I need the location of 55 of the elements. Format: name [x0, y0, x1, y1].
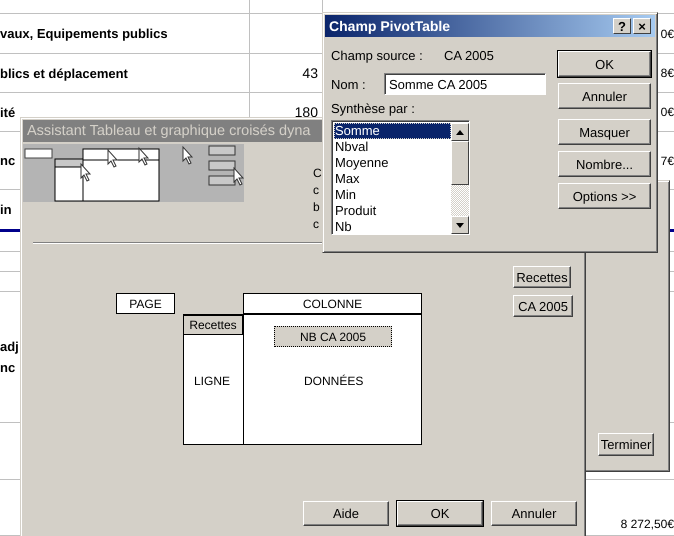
instruction-text: c — [313, 182, 319, 199]
window-title: Assistant Tableau et graphique croisés dyna — [27, 123, 310, 139]
list-item[interactable]: Produit — [334, 203, 451, 219]
dialog-button[interactable]: Aide — [303, 501, 389, 526]
function-list[interactable]: Somme Nbval Moyenne Max Min Produit Nb — [331, 120, 470, 235]
cell-text: ité — [0, 104, 16, 122]
instruction-text: C — [313, 165, 322, 182]
dialog-button[interactable]: Annuler — [491, 501, 577, 526]
window-title: Champ PivotTable — [329, 18, 450, 34]
page-zone[interactable]: PAGE — [116, 293, 175, 314]
scrollbar[interactable] — [451, 123, 469, 234]
cell-text: nc — [0, 152, 16, 170]
row-zone-label: LIGNE — [194, 374, 230, 388]
dialog-button[interactable]: Nombre... — [558, 151, 651, 177]
list-item[interactable]: Max — [334, 171, 451, 187]
data-field[interactable]: NB CA 2005 — [274, 326, 392, 347]
row-field[interactable]: Recettes — [183, 315, 243, 335]
instruction-text: c — [313, 216, 319, 233]
field-button[interactable]: Recettes — [513, 266, 571, 288]
cell-amount: 0€ — [660, 26, 674, 40]
source-value: CA 2005 — [444, 48, 494, 62]
up-arrow-icon[interactable] — [456, 130, 464, 134]
column-zone[interactable]: COLONNE — [243, 293, 422, 314]
dialog-button[interactable]: OK — [558, 51, 651, 77]
dialog-button[interactable]: OK — [397, 501, 483, 526]
list-item[interactable]: Moyenne — [334, 155, 451, 171]
cell-text: vaux, Equipements publics — [0, 25, 168, 43]
data-zone[interactable] — [243, 314, 422, 445]
dialog-button[interactable]: Masquer — [558, 119, 651, 145]
cell-amount: 8 272,50€ — [620, 517, 674, 531]
close-button[interactable]: × — [633, 18, 651, 34]
help-button[interactable]: ? — [613, 18, 631, 34]
field-button[interactable]: CA 2005 — [513, 295, 573, 317]
cell-text: adj nc — [0, 338, 19, 377]
data-zone-label: DONNÉES — [304, 374, 364, 388]
dialog-button[interactable]: Terminer — [598, 433, 654, 456]
list-item[interactable]: Nbval — [334, 139, 451, 155]
cell-amount: 7€ — [660, 154, 674, 168]
source-label: Champ source : — [331, 48, 424, 62]
dialog-button[interactable]: Annuler — [558, 83, 651, 109]
instruction-text: b — [313, 199, 320, 216]
list-item[interactable]: Nb — [334, 219, 451, 235]
cell-amount: 0€ — [660, 105, 674, 119]
summary-label: Synthèse par : — [331, 101, 416, 117]
list-item[interactable]: Somme — [334, 123, 451, 139]
cell-value: 43 — [302, 65, 318, 81]
cell-value: 180 — [294, 104, 318, 120]
name-label: Nom : — [331, 76, 367, 92]
down-arrow-icon[interactable] — [456, 222, 464, 228]
name-field[interactable]: Somme CA 2005 — [384, 73, 546, 95]
cell-text: blics et déplacement — [0, 64, 128, 83]
cell-text: in — [0, 201, 12, 219]
dialog-button[interactable]: Options >> — [558, 183, 651, 209]
list-item[interactable]: Min — [334, 187, 451, 203]
cell-amount: 8€ — [660, 66, 674, 80]
